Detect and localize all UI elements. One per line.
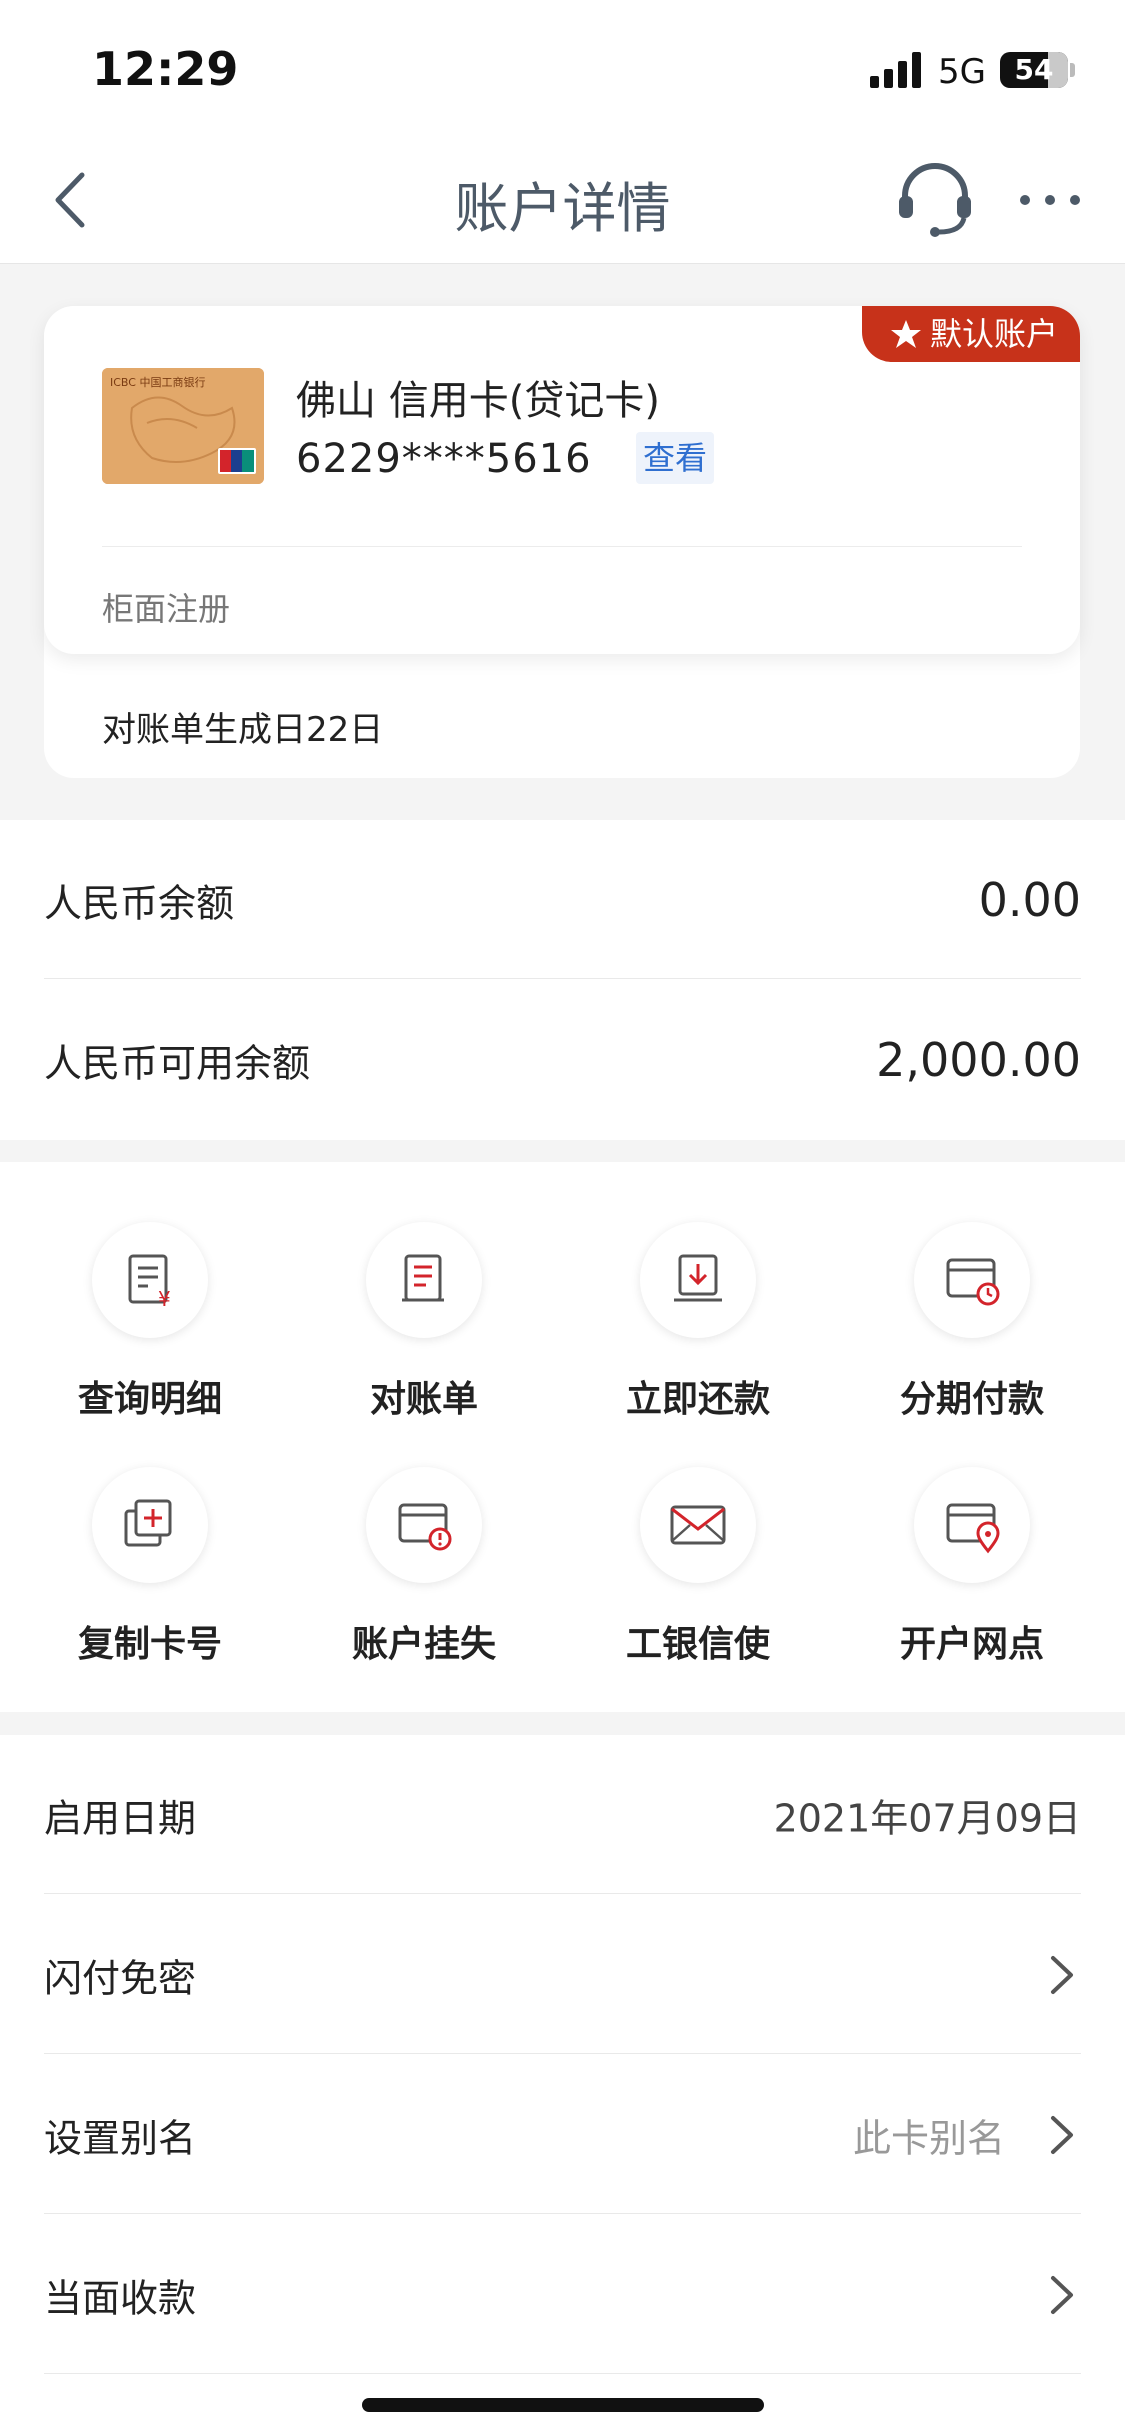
divider [44,2373,1081,2374]
quickpass-no-pin-label: 闪付免密 [44,1956,197,2001]
face-to-face-payment-label: 当面收款 [44,2276,197,2321]
activation-date-value: 2021年07月09日 [773,1796,1081,1841]
activation-date-row: 启用日期 2021年07月09日 [44,1735,1081,1895]
signal-icon [870,52,921,88]
balance-section: 人民币余额 0.00 人民币可用余额 2,000.00 [0,820,1125,1140]
statement-icon [402,1254,444,1302]
view-card-number-button[interactable]: 查看 [636,432,714,484]
installment-button[interactable]: 分期付款 [872,1222,1072,1422]
bill-detail-icon: ¥ [128,1254,171,1310]
set-alias-row[interactable]: 设置别名 此卡别名 [44,2055,1081,2215]
battery-level: 54 [1014,53,1054,86]
face-to-face-payment-row[interactable]: 当面收款 [44,2215,1081,2375]
status-time: 12:29 [92,42,239,96]
repay-icon [674,1254,722,1302]
branch-location-icon [946,1503,1000,1554]
activation-date-label: 启用日期 [44,1796,197,1841]
rmb-available-label: 人民币可用余额 [44,1041,311,1086]
network-type: 5G [938,52,986,92]
star-icon [890,320,921,348]
report-loss-button[interactable]: 账户挂失 [324,1467,524,1667]
rmb-available-row: 人民币可用余额 2,000.00 [44,980,1081,1140]
default-account-badge: 默认账户 [861,306,1080,362]
installment-icon [946,1258,1000,1306]
branch-location-button[interactable]: 开户网点 [872,1467,1072,1667]
divider [44,2213,1081,2214]
set-alias-label: 设置别名 [44,2116,197,2161]
settings-list: 启用日期 2021年07月09日 闪付免密 设置别名 此卡别名 当面收款 [0,1735,1125,2435]
chevron-right-icon [1051,2276,1073,2314]
divider [44,2053,1081,2054]
registration-type: 柜面注册 [102,590,231,628]
report-loss-icon [398,1503,452,1551]
card-number: 6229****5616 [296,436,592,482]
rmb-balance-label: 人民币余额 [44,881,235,926]
card-name: 佛山 信用卡(贷记卡) [296,378,660,424]
divider [44,978,1081,979]
icbc-messenger-button[interactable]: 工银信使 [598,1467,798,1667]
repay-now-button[interactable]: 立即还款 [598,1222,798,1422]
alias-hint: 此卡别名 [852,2116,1005,2161]
query-detail-button[interactable]: ¥ 查询明细 [50,1222,250,1422]
divider [102,546,1022,547]
function-grid: ¥ 查询明细 对账单 立即还款 分期付款 复制卡号 账户挂失 工银信使 开户网点 [0,1162,1125,1712]
copy-card-number-button[interactable]: 复制卡号 [50,1467,250,1667]
svg-text:¥: ¥ [158,1287,171,1310]
quickpass-no-pin-row[interactable]: 闪付免密 [44,1895,1081,2055]
nav-bar: 账户详情 [0,140,1125,264]
statement-day: 对账单生成日22日 [102,710,384,750]
rmb-available-value: 2,000.00 [876,1033,1081,1087]
divider [44,1893,1081,1894]
more-icon[interactable] [1015,175,1085,225]
chevron-right-icon [1051,1956,1073,1994]
mail-icon [670,1505,726,1545]
status-bar: 12:29 5G 54 [0,0,1125,140]
svg-text:ICBC 中国工商银行: ICBC 中国工商银行 [110,375,205,389]
copy-icon [124,1499,172,1547]
account-card[interactable]: 默认账户 ICBC 中国工商银行 佛山 信用卡(贷记卡) 6229****561… [44,306,1080,778]
battery-icon: 54 [1000,52,1068,88]
home-indicator[interactable] [362,2398,764,2412]
headset-icon[interactable] [895,158,975,238]
card-image: ICBC 中国工商银行 [102,368,264,484]
card-summary: 默认账户 ICBC 中国工商银行 佛山 信用卡(贷记卡) 6229****561… [44,306,1080,654]
chevron-right-icon [1051,2116,1073,2154]
rmb-balance-value: 0.00 [978,873,1081,927]
statement-button[interactable]: 对账单 [324,1222,524,1422]
rmb-balance-row: 人民币余额 0.00 [44,820,1081,980]
